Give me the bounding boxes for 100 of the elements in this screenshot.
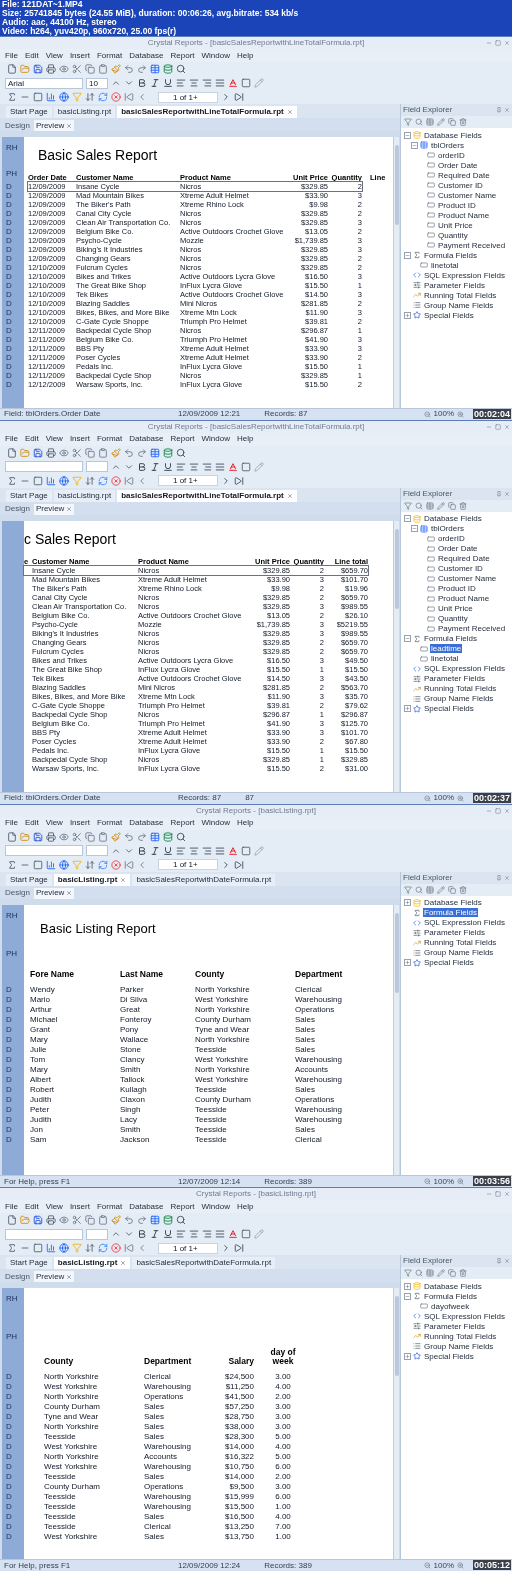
tree-item[interactable]: SQL Expression Fields [423, 270, 507, 280]
menu-item[interactable]: Report [170, 434, 195, 445]
report-row[interactable]: Jon Smith Teesside Sales [30, 1124, 375, 1135]
report-row[interactable]: North Yorkshire Accounts $16,322 5.00 [44, 1452, 298, 1463]
document-tab[interactable]: basicSalesReportwithDateFormula.rpt [132, 873, 276, 886]
document-tab[interactable]: Start Page [6, 106, 52, 118]
tree-item[interactable]: Customer ID [437, 564, 484, 574]
document-tab[interactable]: basicListing.rpt [53, 489, 116, 502]
menu-item[interactable]: Report [170, 818, 195, 828]
font-field[interactable]: Arial [5, 77, 83, 89]
document-tab[interactable]: basicSalesReportwithDateFormula.rpt [132, 1257, 276, 1270]
font-size-field[interactable]: 10 [86, 77, 108, 89]
menu-item[interactable]: View [45, 1201, 63, 1212]
view-tab[interactable]: Preview [33, 887, 75, 899]
tree-item[interactable]: Formula Fields [423, 250, 478, 260]
menu-item[interactable]: Help [236, 818, 254, 828]
menu-item[interactable]: Insert [69, 818, 90, 828]
tree-item[interactable]: Payment Received [437, 624, 507, 634]
tree-item[interactable]: Running Total Fields [423, 684, 498, 694]
document-tab[interactable]: basicSalesReportwithLineTotalFormula.rpt [117, 106, 297, 118]
report-row[interactable]: West Yorkshire Sales $13,750 1.00 [44, 1532, 298, 1543]
report-row[interactable]: Teesside Warehousing $15,999 6.00 [44, 1492, 298, 1503]
document-tab[interactable]: Start Page [6, 873, 52, 886]
tree-item[interactable]: Database Fields [423, 514, 483, 524]
tree-item[interactable]: Product ID [437, 584, 477, 594]
tree-item[interactable]: Unit Price [437, 220, 474, 230]
tree-item[interactable]: Group Name Fields [423, 694, 495, 704]
menu-item[interactable]: File [5, 434, 18, 445]
menu-item[interactable]: Window [201, 1201, 230, 1212]
tree-item[interactable]: Quantity [437, 614, 469, 624]
menu-item[interactable]: View [45, 434, 63, 445]
report-row[interactable]: North Yorkshire Clerical $24,500 3.00 [44, 1372, 298, 1383]
report-row[interactable]: Tyne and Wear Sales $28,750 3.00 [44, 1412, 298, 1423]
tree-item[interactable]: Customer ID [437, 180, 484, 190]
page-field[interactable]: 1 of 1+ [158, 475, 218, 487]
tree-item[interactable]: Running Total Fields [423, 290, 498, 300]
report-row[interactable]: Teesside Sales $28,300 5.00 [44, 1432, 298, 1443]
tree-item[interactable]: SQL Expression Fields [423, 1311, 507, 1321]
view-tab[interactable]: Preview [33, 503, 75, 515]
tree-item[interactable]: Group Name Fields [423, 1341, 495, 1351]
tree-item[interactable]: Group Name Fields [423, 300, 495, 310]
menu-item[interactable]: View [45, 818, 63, 828]
tree-item[interactable]: Database Fields [423, 898, 483, 907]
tree-item[interactable]: Database Fields [423, 1281, 483, 1291]
tree-item[interactable]: Unit Price [437, 604, 474, 614]
report-row[interactable]: North Yorkshire Sales $38,000 3.00 [44, 1422, 298, 1433]
tree-item[interactable]: SQL Expression Fields [423, 664, 507, 674]
tree-item[interactable]: Parameter Fields [423, 928, 486, 937]
menu-item[interactable]: Edit [24, 818, 39, 828]
page-field[interactable]: 1 of 1+ [158, 91, 218, 103]
menu-item[interactable]: Format [96, 818, 123, 828]
tree-item[interactable]: Required Date [437, 170, 491, 180]
view-tab[interactable]: Preview [33, 120, 75, 131]
menu-item[interactable]: Edit [24, 1201, 39, 1212]
tree-item[interactable]: linetotal [430, 260, 460, 270]
document-tab[interactable]: basicSalesReportwithLineTotalFormula.rpt [117, 489, 297, 502]
menu-item[interactable]: View [45, 50, 63, 61]
document-tab[interactable]: basicListing.rpt [53, 1257, 131, 1270]
document-tab[interactable]: Start Page [6, 1257, 52, 1270]
report-row[interactable]: Tom Clancy West Yorkshire Warehousing [30, 1054, 375, 1065]
tree-item[interactable]: Order Date [437, 544, 479, 554]
report-row[interactable]: Sam Jackson Teesside Clerical [30, 1134, 375, 1145]
menu-item[interactable]: Window [201, 434, 230, 445]
report-row[interactable]: Teesside Warehousing $15,500 1.00 [44, 1502, 298, 1513]
tree-item[interactable]: Product Name [437, 210, 491, 220]
view-tab[interactable]: Design [3, 120, 32, 131]
tree-item[interactable]: Required Date [437, 554, 491, 564]
menu-item[interactable]: Format [96, 50, 123, 61]
menu-item[interactable]: Edit [24, 50, 39, 61]
view-tab[interactable]: Preview [33, 1271, 75, 1283]
report-row[interactable]: Albert Tallock West Yorkshire Warehousing [30, 1074, 375, 1085]
report-row[interactable]: Teesside Clerical $13,250 7.00 [44, 1522, 298, 1533]
report-row[interactable]: Judith Claxon County Durham Operations [30, 1094, 375, 1105]
report-row[interactable]: Mary Wallace North Yorkshire Sales [30, 1034, 375, 1045]
tree-item[interactable]: Database Fields [423, 130, 483, 140]
tree-item[interactable]: Customer Name [437, 190, 498, 200]
menu-item[interactable]: Window [201, 818, 230, 828]
tree-item[interactable]: Running Total Fields [423, 1331, 498, 1341]
tree-item[interactable]: Special Fields [423, 958, 475, 967]
menu-item[interactable]: Edit [24, 434, 39, 445]
tree-item[interactable]: Parameter Fields [423, 674, 486, 684]
tree-item[interactable]: orderID [437, 534, 466, 544]
tree-item[interactable]: Product ID [437, 200, 477, 210]
tree-item[interactable]: leadtime [430, 644, 463, 654]
view-tab[interactable]: Design [3, 887, 32, 899]
tree-item[interactable]: Parameter Fields [423, 1321, 486, 1331]
report-row[interactable]: Julie Stone Teesside Sales [30, 1044, 375, 1055]
menu-item[interactable]: Insert [69, 50, 90, 61]
tree-item[interactable]: orderID [437, 150, 466, 160]
menu-item[interactable]: Database [129, 50, 164, 61]
report-row[interactable]: Peter Singh Teesside Warehousing [30, 1104, 375, 1115]
report-row[interactable]: County Durham Operations $9,500 3.00 [44, 1482, 298, 1493]
menu-item[interactable]: File [5, 1201, 18, 1212]
tree-item[interactable]: dayofweek [430, 1301, 471, 1311]
menu-item[interactable]: Help [236, 50, 254, 61]
page-field[interactable]: 1 of 1+ [158, 1242, 218, 1254]
report-row[interactable]: Mary Smith North Yorkshire Accounts [30, 1064, 375, 1075]
tree-item[interactable]: tblOrders [430, 140, 465, 150]
menu-item[interactable]: Database [129, 818, 164, 828]
page-field[interactable]: 1 of 1+ [158, 859, 218, 870]
